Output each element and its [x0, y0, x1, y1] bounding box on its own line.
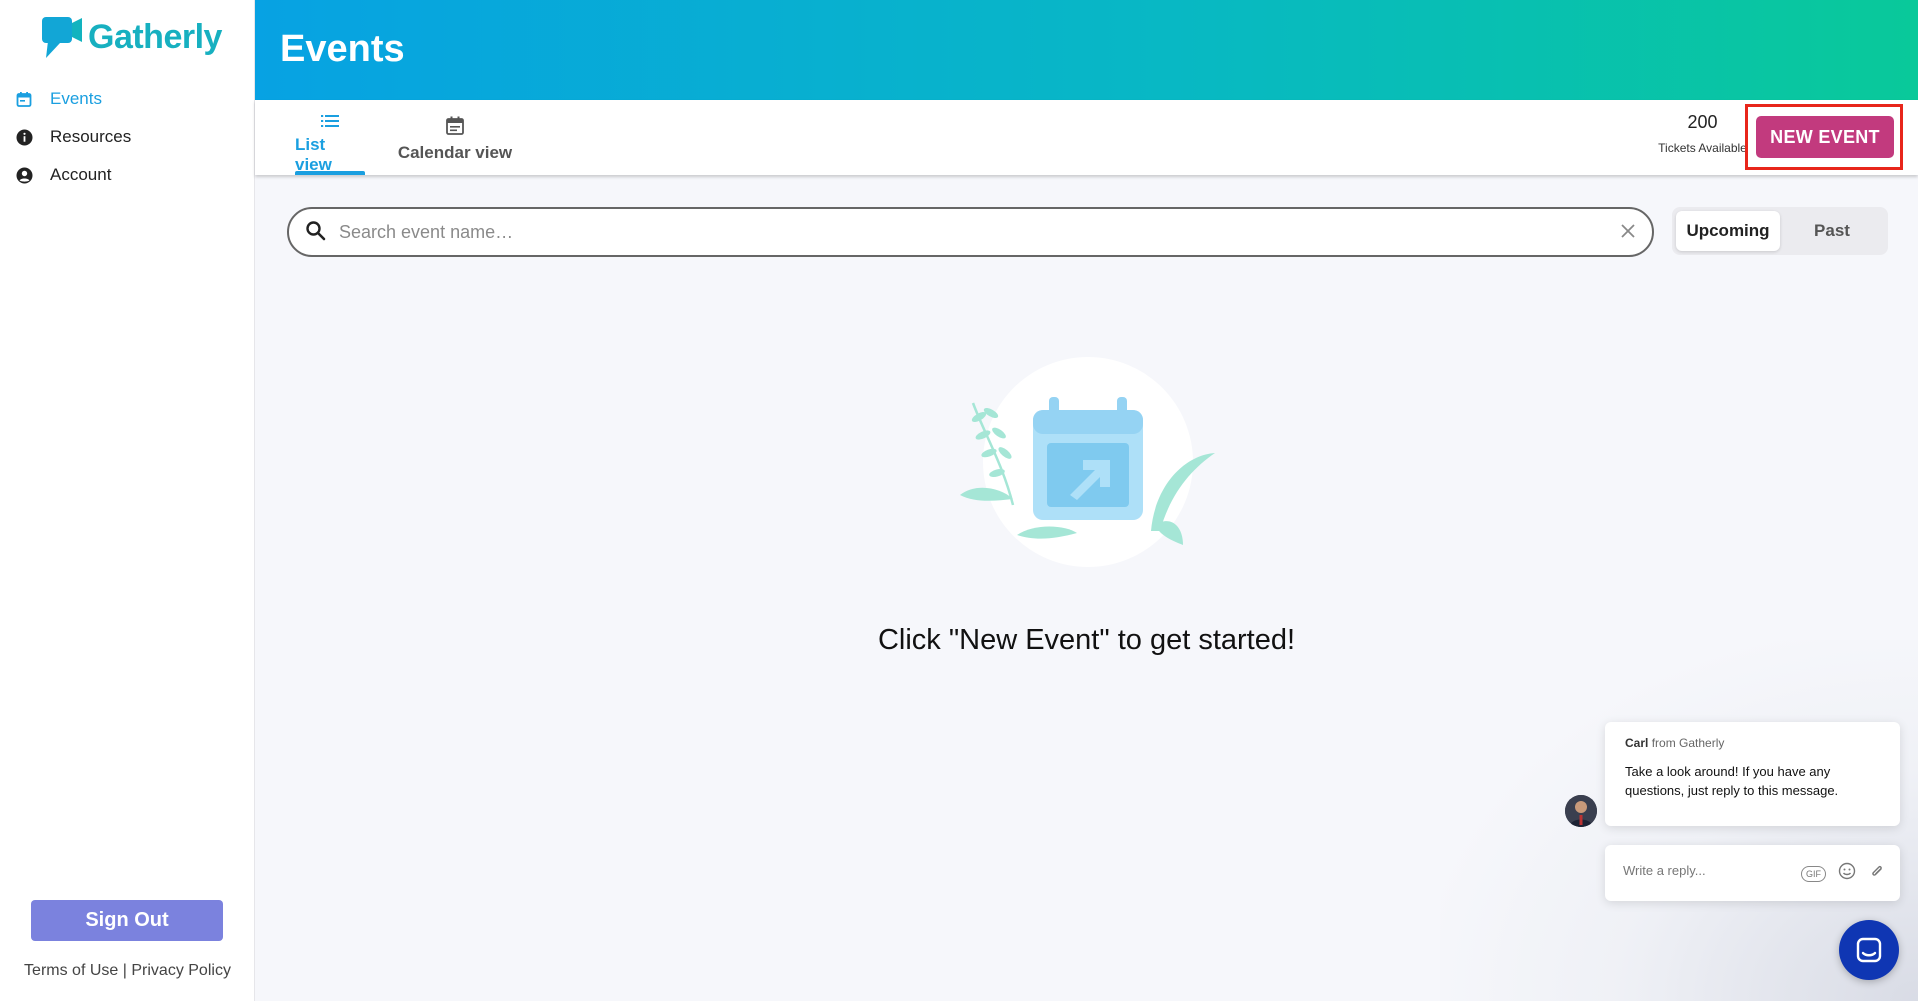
sidebar-item-label: Account	[50, 165, 112, 184]
new-event-button[interactable]: NEW EVENT	[1756, 116, 1894, 158]
tab-calendar-view[interactable]: Calendar view	[395, 114, 515, 175]
info-icon	[15, 128, 33, 146]
list-icon	[319, 114, 341, 128]
attachment-icon[interactable]	[1868, 862, 1886, 885]
sidebar-nav: Events Resources Account	[0, 80, 254, 194]
chat-message-card[interactable]: Carl from Gatherly Take a look around! I…	[1605, 722, 1900, 826]
gatherly-logo[interactable]: Gatherly	[40, 14, 222, 60]
tab-list-view[interactable]: List view	[295, 114, 365, 175]
calendar-icon	[444, 114, 466, 136]
legal-links: Terms of Use | Privacy Policy	[0, 962, 255, 980]
chat-reply-actions: GIF	[1801, 862, 1886, 885]
sidebar-item-events[interactable]: Events	[0, 80, 254, 118]
chat-sender-suffix: from Gatherly	[1651, 736, 1725, 750]
chat-sender-name: Carl	[1625, 736, 1649, 750]
chat-launcher-button[interactable]	[1839, 920, 1899, 980]
tickets-count: 200	[1687, 112, 1718, 132]
terms-of-use-link[interactable]: Terms of Use	[24, 962, 118, 979]
chat-sender: Carl from Gatherly	[1625, 736, 1880, 750]
tab-label: Calendar view	[397, 143, 513, 162]
chat-message-text: Take a look around! If you have any ques…	[1625, 764, 1839, 798]
tickets-available: 200 Tickets Available	[1655, 112, 1750, 155]
search-input[interactable]	[339, 218, 1579, 246]
sidebar-item-account[interactable]: Account	[0, 156, 254, 194]
tickets-label: Tickets Available	[1658, 141, 1747, 155]
calendar-icon	[15, 90, 33, 108]
legal-separator: |	[122, 962, 127, 979]
logo-camera-icon	[42, 17, 82, 58]
sign-out-button[interactable]: Sign Out	[31, 900, 223, 941]
chat-reply-input[interactable]	[1623, 863, 1763, 878]
privacy-policy-link[interactable]: Privacy Policy	[131, 962, 231, 979]
page-title: Events	[280, 28, 405, 70]
emoji-icon[interactable]	[1838, 862, 1856, 885]
chat-icon	[1856, 937, 1882, 963]
past-option[interactable]: Past	[1780, 211, 1884, 251]
sidebar-item-resources[interactable]: Resources	[0, 118, 254, 156]
upcoming-past-toggle: Upcoming Past	[1672, 207, 1888, 255]
gif-icon[interactable]: GIF	[1801, 865, 1826, 882]
sidebar-item-label: Events	[50, 89, 102, 108]
avatar	[1565, 795, 1597, 827]
account-circle-icon	[15, 166, 33, 184]
logo-text: Gatherly	[88, 17, 222, 56]
upcoming-option[interactable]: Upcoming	[1676, 211, 1780, 251]
search-bar	[287, 207, 1654, 257]
active-tab-indicator	[295, 171, 365, 175]
sidebar: Gatherly Events Resources Account Sign O…	[0, 0, 255, 1001]
page-header: Events	[255, 0, 1918, 100]
sidebar-item-label: Resources	[50, 127, 132, 146]
chat-reply-box: GIF	[1605, 845, 1900, 901]
events-toolbar: List view Calendar view 200 Tickets Avai…	[255, 100, 1918, 175]
calendar-illustration-icon	[960, 357, 1215, 567]
empty-state-illustration	[955, 355, 1225, 580]
search-icon	[305, 220, 327, 247]
tab-label: List view	[295, 135, 332, 174]
clear-search-icon[interactable]	[1618, 221, 1638, 246]
